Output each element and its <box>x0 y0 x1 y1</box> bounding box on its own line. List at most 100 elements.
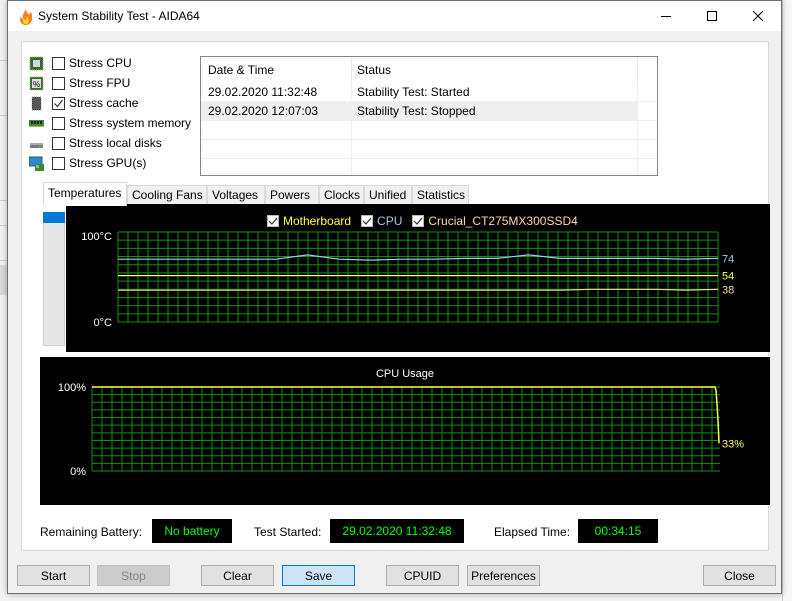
stress-option-label: Stress CPU <box>69 56 132 70</box>
tab-cooling-fans[interactable]: Cooling Fans <box>127 185 207 205</box>
checkbox[interactable] <box>52 157 65 170</box>
svg-text:%: % <box>33 80 40 89</box>
hard-disk-icon <box>30 143 43 148</box>
checkmark-icon <box>54 99 63 108</box>
flame-icon <box>20 9 33 25</box>
grid-line <box>351 82 352 175</box>
stress-option-label: Stress cache <box>69 96 139 110</box>
maximize-button[interactable] <box>689 1 735 31</box>
close-window-button[interactable] <box>735 1 781 31</box>
current-value-label: 74 <box>722 253 734 265</box>
log-row-selected[interactable]: 29.02.2020 12:07:03 Stability Test: Stop… <box>201 101 637 120</box>
stability-test-window: System Stability Test - AIDA64 Stress CP… <box>7 0 782 594</box>
legend-item-motherboard[interactable]: Motherboard <box>267 214 351 228</box>
tab-voltages[interactable]: Voltages <box>207 185 265 205</box>
column-header-datetime[interactable]: Date & Time <box>208 63 274 77</box>
scrollbar-thumb[interactable] <box>43 212 65 223</box>
graph-list-scrollbar[interactable] <box>43 212 65 346</box>
log-row[interactable]: 29.02.2020 11:32:48 Stability Test: Star… <box>201 82 637 101</box>
fpu-chip-icon: % <box>29 76 44 91</box>
y-axis-min-label: 0°C <box>94 317 113 329</box>
cache-chip-icon <box>31 96 42 111</box>
stress-option-stress-gpu-s[interactable]: Stress GPU(s) <box>22 154 197 174</box>
tab-unified[interactable]: Unified <box>364 185 412 205</box>
y-axis-min-label: 0% <box>70 466 86 478</box>
current-value-label: 54 <box>722 271 734 283</box>
log-header: Date & Time Status <box>201 57 657 82</box>
legend-label: Crucial_CT275MX300SSD4 <box>428 214 578 228</box>
checkmark-icon <box>413 217 423 225</box>
stress-option-stress-local-disks[interactable]: Stress local disks <box>22 134 197 154</box>
cpu-usage-line <box>92 386 720 444</box>
column-header-status[interactable]: Status <box>357 63 391 77</box>
minimize-icon <box>661 16 671 17</box>
log-datetime: 29.02.2020 12:07:03 <box>208 104 319 118</box>
memory-module-icon <box>29 120 44 127</box>
legend-checkbox[interactable] <box>412 215 425 227</box>
legend-label: CPU <box>377 214 403 228</box>
checkbox[interactable] <box>52 57 65 70</box>
current-value-label: 33% <box>722 438 744 450</box>
legend-item-cpu[interactable]: CPU <box>361 214 402 228</box>
maximize-icon <box>707 11 717 21</box>
close-button[interactable]: Close <box>703 565 776 586</box>
grid-line <box>201 158 657 159</box>
stress-option-stress-fpu[interactable]: % Stress FPU <box>22 74 197 94</box>
grid-line <box>201 101 657 102</box>
grid-line <box>637 82 638 175</box>
start-button[interactable]: Start <box>17 565 90 586</box>
current-value-label: 38 <box>722 284 734 296</box>
background-right-edge <box>782 0 792 601</box>
cpuid-button[interactable]: CPUID <box>386 565 459 586</box>
tab-statistics[interactable]: Statistics <box>412 185 469 205</box>
stress-option-stress-system-memory[interactable]: Stress system memory <box>22 114 197 134</box>
save-button[interactable]: Save <box>282 565 355 586</box>
checkbox[interactable] <box>52 77 65 90</box>
event-log-table[interactable]: Date & Time Status 29.02.2020 11:32:48 S… <box>200 56 658 176</box>
stress-option-label: Stress system memory <box>69 116 192 130</box>
close-icon <box>752 10 764 22</box>
log-status: Stability Test: Stopped <box>357 104 476 118</box>
temperature-legend: Motherboard CPU Crucial_CT275MX300SSD4 <box>267 213 588 229</box>
grid-line <box>201 120 657 121</box>
test-started-label: Test Started: <box>254 525 322 539</box>
battery-value: No battery <box>152 519 232 543</box>
clear-button[interactable]: Clear <box>201 565 274 586</box>
checkbox[interactable] <box>52 137 65 150</box>
battery-label: Remaining Battery: <box>40 525 143 539</box>
log-datetime: 29.02.2020 11:32:48 <box>208 85 318 99</box>
stop-button[interactable]: Stop <box>97 565 170 586</box>
stress-option-stress-cache[interactable]: Stress cache <box>22 94 197 114</box>
tab-powers[interactable]: Powers <box>265 185 319 205</box>
stress-option-label: Stress FPU <box>69 76 131 90</box>
cpu-usage-chart: CPU Usage 100% 0% 33% <box>58 368 744 478</box>
stress-option-label: Stress GPU(s) <box>69 156 147 170</box>
elapsed-time-value: 00:34:15 <box>578 519 658 543</box>
legend-label: Motherboard <box>283 214 352 228</box>
test-started-value: 29.02.2020 11:32:48 <box>330 519 464 543</box>
minimize-button[interactable] <box>643 1 689 31</box>
column-separator <box>637 57 638 82</box>
elapsed-time-label: Elapsed Time: <box>494 525 571 539</box>
legend-item-crucial-ct275mx300ssd4[interactable]: Crucial_CT275MX300SSD4 <box>412 214 578 228</box>
grid-line <box>201 139 657 140</box>
main-panel: Stress CPU% Stress FPU Stress cache Stress … <box>21 41 770 551</box>
stress-option-stress-cpu[interactable]: Stress CPU <box>22 54 197 74</box>
preferences-button[interactable]: Preferences <box>467 565 540 586</box>
legend-checkbox[interactable] <box>267 215 279 227</box>
cpu-usage-graph-panel: CPU Usage 100% 0% 33% <box>40 357 770 505</box>
log-status: Stability Test: Started <box>357 85 470 99</box>
tab-clocks[interactable]: Clocks <box>319 185 364 205</box>
checkbox[interactable] <box>52 117 65 130</box>
legend-checkbox[interactable] <box>361 215 374 227</box>
column-separator <box>351 57 352 82</box>
window-title: System Stability Test - AIDA64 <box>38 9 200 23</box>
tab-temperatures[interactable]: Temperatures <box>43 182 127 206</box>
checkbox[interactable] <box>52 97 65 110</box>
y-axis-max-label: 100°C <box>81 231 112 243</box>
gpu-monitor-icon <box>29 156 44 171</box>
checkmark-icon <box>268 217 278 225</box>
chart-title: CPU Usage <box>376 368 434 380</box>
checkmark-icon <box>362 217 372 225</box>
title-bar[interactable]: System Stability Test - AIDA64 <box>8 1 781 31</box>
